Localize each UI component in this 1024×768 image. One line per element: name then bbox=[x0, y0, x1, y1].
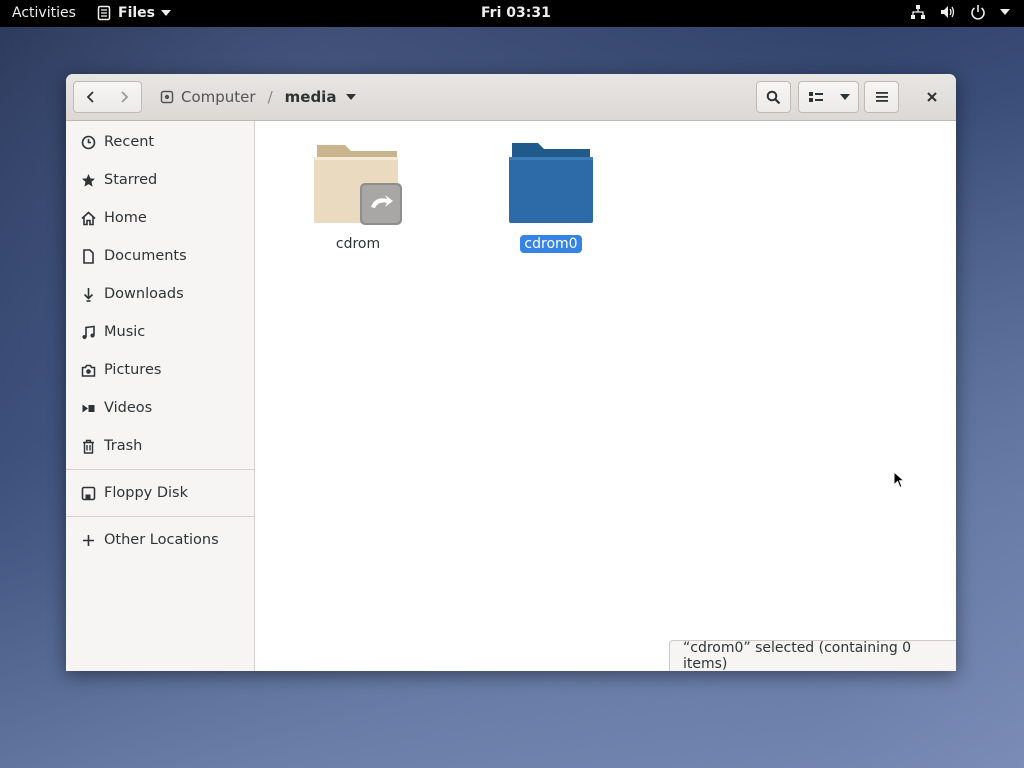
volume-icon bbox=[941, 6, 955, 18]
sidebar: Recent Starred Home Documents Downloads … bbox=[66, 121, 255, 671]
path-bar: Computer / media bbox=[160, 81, 357, 113]
chevron-down-icon bbox=[346, 94, 357, 100]
home-icon bbox=[80, 210, 96, 226]
files-window: Computer / media Recent Starred Home Doc… bbox=[66, 74, 956, 671]
sidebar-item-documents[interactable]: Documents bbox=[66, 238, 254, 274]
system-tray[interactable] bbox=[910, 4, 1010, 20]
star-icon bbox=[80, 172, 96, 188]
top-bar: Activities Files Fri 03:31 bbox=[0, 0, 1024, 27]
app-menu[interactable]: Files bbox=[96, 5, 171, 21]
go-previous-icon bbox=[86, 91, 94, 103]
folder-icon bbox=[509, 143, 593, 223]
sidebar-item-label: Starred bbox=[104, 172, 158, 188]
download-icon bbox=[80, 286, 96, 302]
drive-icon bbox=[160, 90, 174, 104]
sidebar-item-label: Downloads bbox=[104, 286, 184, 302]
sidebar-item-pictures[interactable]: Pictures bbox=[66, 352, 254, 388]
breadcrumb-media-label: media bbox=[284, 88, 337, 106]
sidebar-item-label: Floppy Disk bbox=[104, 485, 188, 501]
activities-button[interactable]: Activities bbox=[12, 5, 76, 21]
breadcrumb-separator: / bbox=[267, 88, 273, 106]
sidebar-divider bbox=[66, 516, 254, 517]
sidebar-item-label: Home bbox=[104, 210, 147, 226]
breadcrumb-media[interactable]: media bbox=[285, 88, 357, 106]
sidebar-item-home[interactable]: Home bbox=[66, 200, 254, 236]
close-icon bbox=[927, 92, 937, 102]
main-menu-button[interactable] bbox=[864, 81, 899, 113]
sidebar-item-other-locations[interactable]: Other Locations bbox=[66, 522, 254, 558]
sidebar-item-label: Pictures bbox=[104, 362, 162, 378]
file-item-cdrom[interactable]: cdrom bbox=[298, 141, 418, 253]
list-view-icon bbox=[808, 92, 823, 102]
plus-icon bbox=[80, 532, 96, 548]
header-bar: Computer / media bbox=[66, 74, 956, 121]
sidebar-item-starred[interactable]: Starred bbox=[66, 162, 254, 198]
sidebar-item-label: Trash bbox=[104, 438, 143, 454]
sidebar-item-label: Recent bbox=[104, 134, 155, 150]
video-icon bbox=[80, 400, 96, 416]
clock[interactable]: Fri 03:31 bbox=[481, 5, 551, 21]
music-icon bbox=[80, 324, 96, 340]
trash-icon bbox=[80, 438, 96, 454]
chevron-down-icon bbox=[840, 94, 850, 100]
sidebar-item-trash[interactable]: Trash bbox=[66, 428, 254, 464]
chevron-down-icon bbox=[1000, 9, 1010, 15]
hamburger-menu-icon bbox=[875, 92, 888, 102]
sidebar-item-label: Videos bbox=[104, 400, 153, 416]
file-item-cdrom0[interactable]: cdrom0 bbox=[491, 141, 611, 253]
sidebar-item-recent[interactable]: Recent bbox=[66, 124, 254, 160]
breadcrumb-computer[interactable]: Computer bbox=[160, 88, 256, 106]
sidebar-divider bbox=[66, 469, 254, 470]
view-toggle-button[interactable] bbox=[798, 81, 833, 113]
file-view[interactable]: cdrom cdrom0 “cdrom0” selected (containi… bbox=[255, 121, 956, 671]
document-icon bbox=[80, 248, 96, 264]
sidebar-item-videos[interactable]: Videos bbox=[66, 390, 254, 426]
view-options-button[interactable] bbox=[832, 81, 859, 113]
sidebar-item-downloads[interactable]: Downloads bbox=[66, 276, 254, 312]
status-text: “cdrom0” selected (containing 0 items) bbox=[683, 640, 912, 671]
floppy-icon bbox=[80, 485, 96, 501]
forward-button[interactable] bbox=[107, 81, 142, 113]
file-label: cdrom bbox=[335, 236, 381, 252]
clock-icon bbox=[80, 134, 96, 150]
back-button[interactable] bbox=[73, 81, 108, 113]
app-menu-label: Files bbox=[118, 5, 155, 21]
power-icon bbox=[971, 5, 985, 20]
file-label-selected: cdrom0 bbox=[520, 235, 582, 253]
mouse-cursor-icon bbox=[893, 471, 905, 489]
sidebar-item-label: Documents bbox=[104, 248, 187, 264]
chevron-down-icon bbox=[161, 10, 171, 16]
sidebar-item-floppy-disk[interactable]: Floppy Disk bbox=[66, 475, 254, 511]
breadcrumb-computer-label: Computer bbox=[181, 88, 256, 106]
go-next-icon bbox=[121, 91, 129, 103]
sidebar-item-label: Other Locations bbox=[104, 532, 219, 548]
close-button[interactable] bbox=[916, 81, 948, 113]
search-button[interactable] bbox=[756, 81, 791, 113]
network-icon bbox=[911, 5, 925, 19]
search-icon bbox=[766, 90, 781, 104]
sidebar-item-label: Music bbox=[104, 324, 146, 340]
sidebar-item-music[interactable]: Music bbox=[66, 314, 254, 350]
folder-symlink-icon bbox=[314, 145, 402, 225]
files-app-icon bbox=[97, 5, 111, 21]
camera-icon bbox=[80, 362, 96, 378]
status-bar: “cdrom0” selected (containing 0 items) bbox=[669, 640, 956, 671]
